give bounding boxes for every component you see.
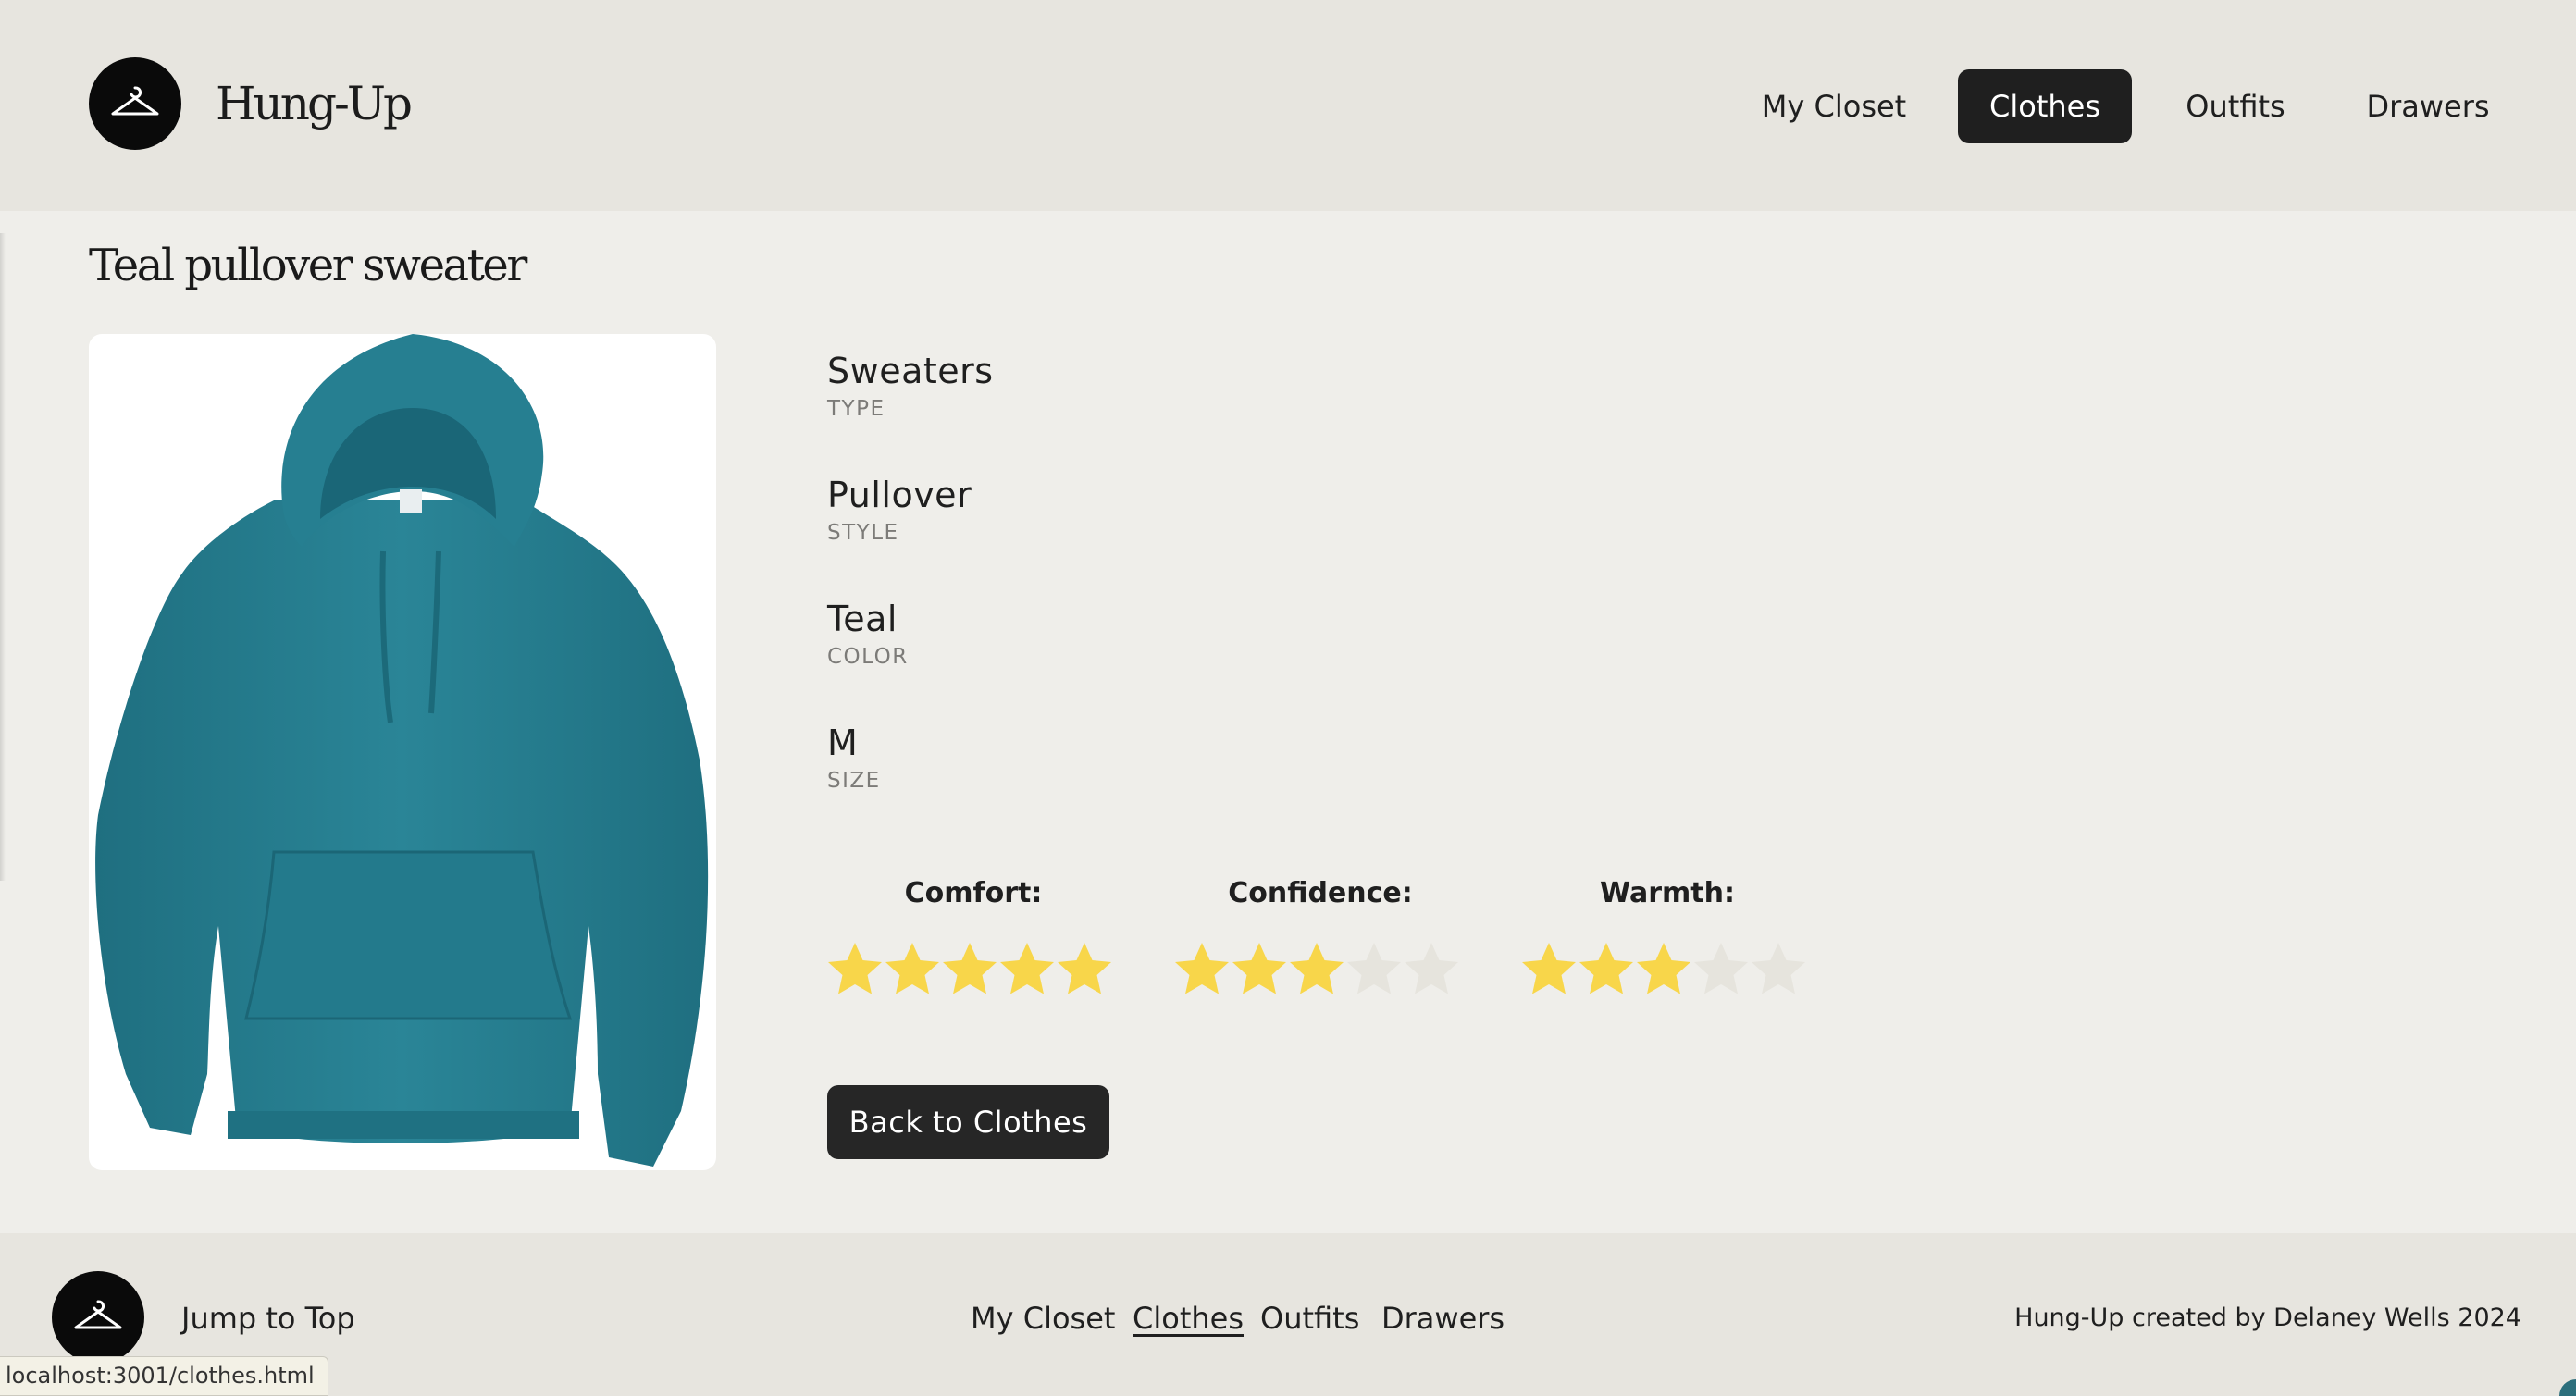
rating-label: Warmth: [1599, 877, 1735, 909]
nav-outfits[interactable]: Outfits [2171, 69, 2300, 143]
star-filled-icon[interactable] [1287, 940, 1346, 999]
teal-hoodie-image [95, 334, 709, 1167]
attribute-value: Teal [827, 599, 898, 639]
star-filled-icon[interactable] [1055, 940, 1114, 999]
attribute-value: Pullover [827, 475, 972, 515]
rating-label: Comfort: [904, 877, 1043, 909]
footer-link-drawers[interactable]: Drawers [1381, 1298, 1505, 1339]
nav-drawers[interactable]: Drawers [2358, 69, 2498, 143]
star-filled-icon[interactable] [1577, 940, 1636, 999]
attribute-label: COLOR [827, 645, 909, 669]
footer-link-outfits[interactable]: Outfits [1260, 1298, 1359, 1339]
product-image [89, 334, 716, 1170]
nav-clothes[interactable]: Clothes [1958, 69, 2132, 143]
footer-credit: Hung-Up created by Delaney Wells 2024 [2014, 1303, 2521, 1332]
attribute-size: M SIZE [827, 721, 881, 795]
back-to-clothes-button[interactable]: Back to Clothes [827, 1085, 1109, 1159]
star-filled-icon[interactable] [1230, 940, 1289, 999]
star-filled-icon[interactable] [1634, 940, 1693, 999]
rating-warmth: Warmth: [1519, 873, 1815, 994]
star-rating[interactable] [1172, 940, 1468, 999]
star-filled-icon[interactable] [1519, 940, 1579, 999]
attribute-style: Pullover STYLE [827, 473, 972, 547]
hanger-logo-icon[interactable] [89, 57, 181, 150]
rating-label: Confidence: [1228, 877, 1413, 909]
brand-name[interactable]: Hung-Up [216, 65, 413, 142]
item-title: Teal pullover sweater [89, 240, 527, 291]
star-filled-icon[interactable] [883, 940, 942, 999]
attribute-label: STYLE [827, 521, 899, 545]
attribute-type: Sweaters TYPE [827, 349, 994, 423]
site-header: Hung-Up My Closet Clothes Outfits Drawer… [0, 0, 2576, 211]
footer-link-clothes[interactable]: Clothes [1133, 1298, 1244, 1339]
star-empty-icon[interactable] [1402, 940, 1461, 999]
star-filled-icon[interactable] [997, 940, 1057, 999]
site-footer: Jump to Top My Closet Clothes Outfits Dr… [0, 1233, 2576, 1396]
jump-to-top-link[interactable]: Jump to Top [181, 1298, 355, 1339]
attribute-label: SIZE [827, 769, 881, 793]
status-bar-url: localhost:3001/clothes.html [0, 1356, 328, 1396]
star-rating[interactable] [825, 940, 1121, 999]
star-filled-icon[interactable] [825, 940, 885, 999]
attribute-color: Teal COLOR [827, 597, 909, 671]
star-filled-icon[interactable] [940, 940, 999, 999]
hanger-logo-icon[interactable] [52, 1271, 144, 1364]
attribute-label: TYPE [827, 397, 886, 421]
star-empty-icon[interactable] [1691, 940, 1751, 999]
footer-link-my-closet[interactable]: My Closet [971, 1298, 1115, 1339]
attribute-value: Sweaters [827, 351, 994, 391]
attribute-value: M [827, 723, 859, 763]
star-empty-icon[interactable] [1344, 940, 1404, 999]
rating-confidence: Confidence: [1172, 873, 1468, 994]
nav-my-closet[interactable]: My Closet [1750, 69, 1918, 143]
star-empty-icon[interactable] [1749, 940, 1808, 999]
page-edge-shadow [0, 233, 6, 881]
rating-comfort: Comfort: [825, 873, 1121, 994]
star-filled-icon[interactable] [1172, 940, 1232, 999]
star-rating[interactable] [1519, 940, 1815, 999]
